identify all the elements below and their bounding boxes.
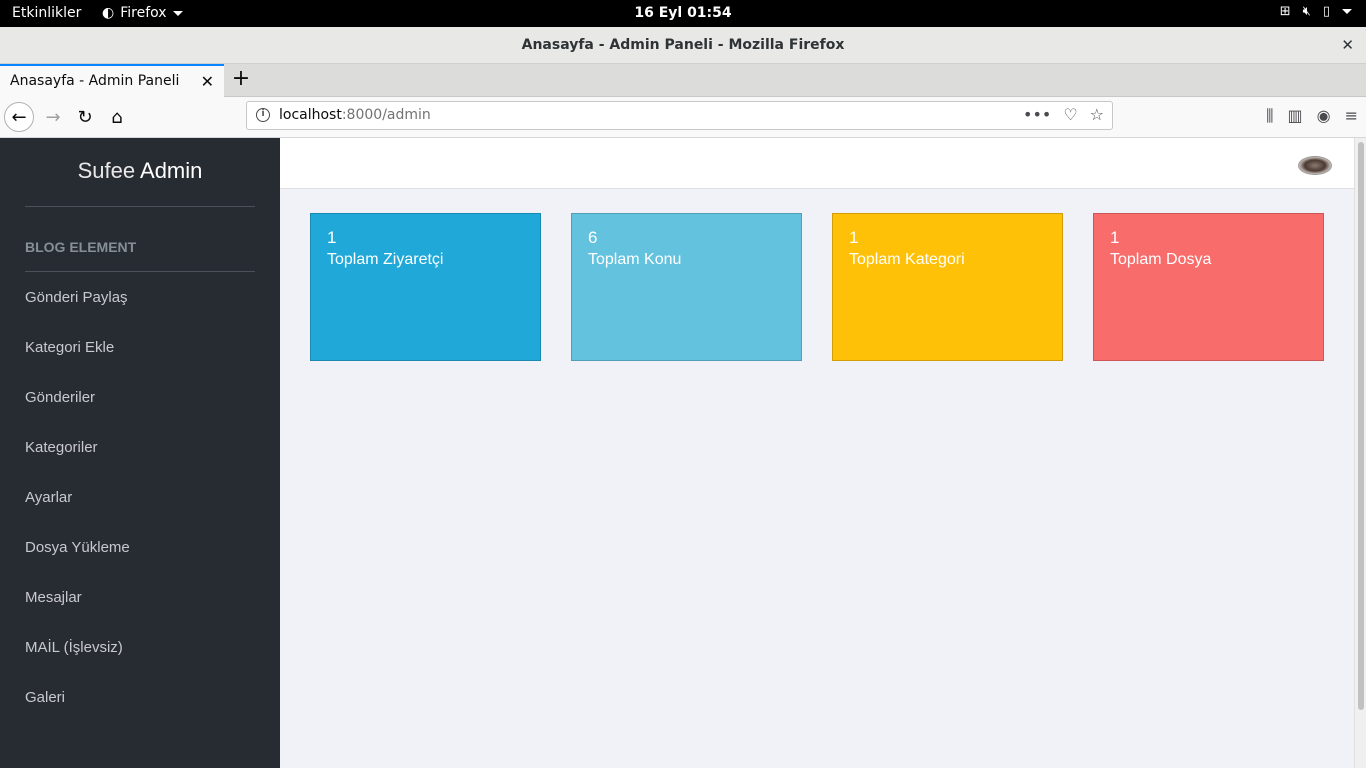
battery-icon: ▯ <box>1322 4 1330 19</box>
sidebar-item-dosya-yukleme[interactable]: Dosya Yükleme <box>25 538 130 588</box>
home-icon: ⌂ <box>111 106 123 128</box>
page-viewport: Sufee Admin BLOG ELEMENT Gönderi Paylaş … <box>0 138 1366 768</box>
sidebar-section-title: BLOG ELEMENT <box>25 239 137 255</box>
window-close-button[interactable]: ✕ <box>1341 36 1354 54</box>
stat-count: 1 <box>327 228 337 247</box>
reload-icon: ↻ <box>77 106 93 128</box>
url-host: localhost <box>279 107 342 123</box>
sidebar-item-ayarlar[interactable]: Ayarlar <box>25 488 130 538</box>
sidebar-item-gonderiler[interactable]: Gönderiler <box>25 388 130 438</box>
url-path: :8000/admin <box>341 107 431 123</box>
sidebar-menu: Gönderi Paylaş Kategori Ekle Gönderiler … <box>25 288 130 738</box>
sidebar-item-kategori-ekle[interactable]: Kategori Ekle <box>25 338 130 388</box>
arrow-left-icon: ← <box>11 106 27 128</box>
arrow-right-icon: → <box>45 106 61 128</box>
brand-light-text: Sufee <box>77 158 141 183</box>
home-button[interactable]: ⌂ <box>102 102 132 132</box>
system-top-bar: Etkinlikler ◐ Firefox 16 Eyl 01:54 ⊞ 🔇︎ … <box>0 0 1366 27</box>
sidebar-item-mail[interactable]: MAİL (İşlevsiz) <box>25 638 130 688</box>
tab-strip: Anasayfa - Admin Paneli ✕ + <box>0 64 1366 97</box>
back-button[interactable]: ← <box>4 102 34 132</box>
stat-label: Toplam Konu <box>588 251 682 268</box>
stat-card-dosya: 1 Toplam Dosya <box>1093 213 1324 361</box>
url-text[interactable]: localhost:8000/admin <box>279 107 431 123</box>
page-scrollbar[interactable] <box>1354 138 1366 768</box>
system-tray[interactable]: ⊞ 🔇︎ ▯ <box>1280 4 1352 19</box>
sidebar-item-gonderi-paylas[interactable]: Gönderi Paylaş <box>25 288 130 338</box>
user-avatar[interactable] <box>1298 156 1332 175</box>
url-bar[interactable]: i localhost:8000/admin ••• ♡ ☆ <box>246 101 1113 130</box>
scrollbar-thumb[interactable] <box>1358 142 1364 710</box>
forward-button[interactable]: → <box>38 102 68 132</box>
window-title-bar: Anasayfa - Admin Paneli - Mozilla Firefo… <box>0 27 1366 64</box>
site-info-icon[interactable]: i <box>256 108 270 122</box>
page-header <box>280 138 1354 189</box>
system-clock[interactable]: 16 Eyl 01:54 <box>0 5 1366 21</box>
account-icon[interactable]: ◉ <box>1317 106 1331 126</box>
new-tab-button[interactable]: + <box>230 67 252 91</box>
browser-tab-active[interactable]: Anasayfa - Admin Paneli ✕ <box>0 64 224 97</box>
stat-count: 1 <box>1110 228 1120 247</box>
hamburger-menu-icon[interactable]: ≡ <box>1345 106 1358 126</box>
network-icon: ⊞ <box>1279 4 1291 19</box>
toolbar-right: ⫼ ▥ ◉ ≡ <box>1266 106 1358 126</box>
stat-card-kategori: 1 Toplam Kategori <box>832 213 1063 361</box>
tab-title: Anasayfa - Admin Paneli <box>10 73 180 89</box>
brand-bold-text: Admin <box>140 158 203 183</box>
url-bar-actions: ••• ♡ ☆ <box>1023 105 1104 124</box>
sidebar-item-mesajlar[interactable]: Mesajlar <box>25 588 130 638</box>
sidebar-toggle-icon[interactable]: ▥ <box>1288 106 1303 126</box>
stat-card-ziyaretci: 1 Toplam Ziyaretçi <box>310 213 541 361</box>
sidebar-divider <box>25 206 255 207</box>
sidebar-item-galeri[interactable]: Galeri <box>25 688 130 738</box>
stat-count: 1 <box>849 228 859 247</box>
stat-count: 6 <box>588 228 598 247</box>
chevron-down-icon <box>1342 9 1352 14</box>
page-actions-icon[interactable]: ••• <box>1023 105 1051 124</box>
pocket-icon[interactable]: ♡ <box>1063 105 1077 124</box>
reload-button[interactable]: ↻ <box>70 102 100 132</box>
admin-sidebar: Sufee Admin BLOG ELEMENT Gönderi Paylaş … <box>0 138 280 768</box>
volume-muted-icon: 🔇︎ <box>1302 4 1311 19</box>
tab-close-icon[interactable]: ✕ <box>201 72 214 91</box>
brand-logo[interactable]: Sufee Admin <box>25 158 255 184</box>
window-title: Anasayfa - Admin Paneli - Mozilla Firefo… <box>521 37 845 53</box>
stat-label: Toplam Ziyaretçi <box>327 251 444 268</box>
bookmark-star-icon[interactable]: ☆ <box>1090 105 1104 124</box>
library-icon[interactable]: ⫼ <box>1266 106 1273 126</box>
stat-card-konu: 6 Toplam Konu <box>571 213 802 361</box>
stat-label: Toplam Kategori <box>849 251 965 268</box>
sidebar-divider <box>25 271 255 272</box>
navigation-toolbar: ← → ↻ ⌂ i localhost:8000/admin ••• ♡ ☆ ⫼… <box>0 97 1366 138</box>
stat-label: Toplam Dosya <box>1110 251 1212 268</box>
sidebar-item-kategoriler[interactable]: Kategoriler <box>25 438 130 488</box>
